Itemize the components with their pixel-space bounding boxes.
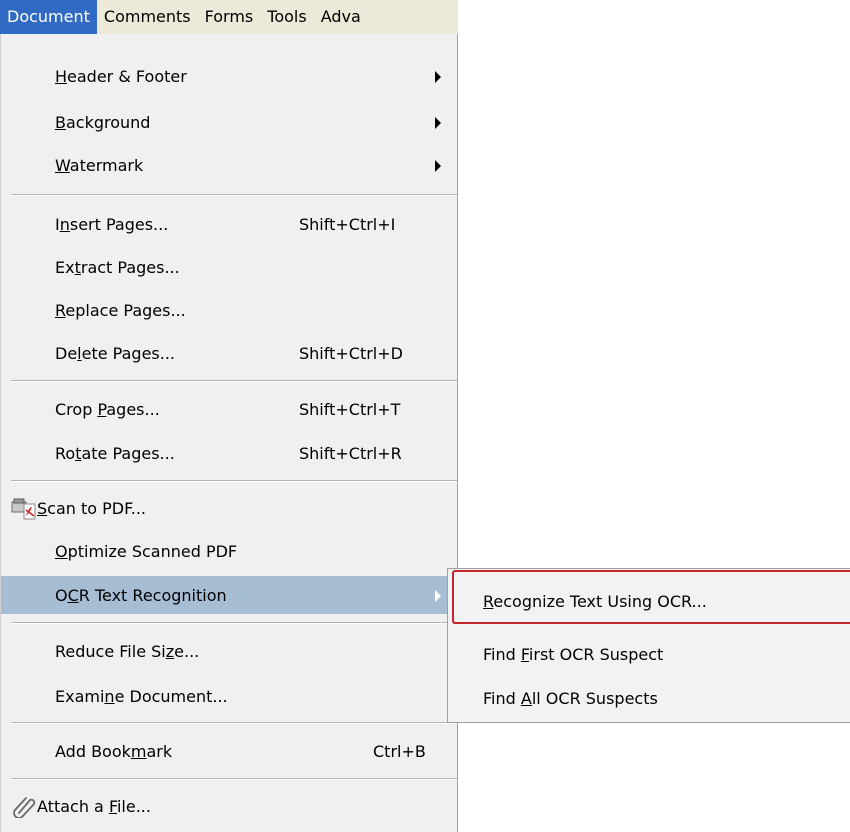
submenu-arrow-icon <box>435 71 441 83</box>
menu-item-shortcut: Shift+Ctrl+T <box>299 399 401 419</box>
menu-item-label: Add Bookmark <box>55 741 173 761</box>
submenu-arrow-icon <box>435 117 441 129</box>
menu-item-insert-pages[interactable]: Insert Pages... Shift+Ctrl+I <box>1 205 457 243</box>
menubar-document[interactable]: Document <box>0 0 97 34</box>
paperclip-icon <box>13 797 36 818</box>
menu-item-label: OCR Text Recognition <box>55 585 227 605</box>
menu-item-shortcut: Ctrl+B <box>373 741 426 761</box>
menu-separator <box>11 480 457 482</box>
menu-separator <box>11 194 457 196</box>
menubar-advanced[interactable]: Adva <box>314 0 368 34</box>
submenu-item-label: Find All OCR Suspects <box>483 688 658 708</box>
submenu-arrow-icon <box>435 590 441 602</box>
menu-item-shortcut: Shift+Ctrl+D <box>299 343 403 363</box>
menu-item-extract-pages[interactable]: Extract Pages... <box>1 248 457 286</box>
menu-separator <box>11 622 457 624</box>
menu-item-label: Header & Footer <box>55 66 187 86</box>
menu-separator <box>11 778 457 780</box>
menu-item-ocr-text-recognition[interactable]: OCR Text Recognition <box>1 576 457 614</box>
menu-item-shortcut: Shift+Ctrl+I <box>299 214 396 234</box>
submenu-arrow-icon <box>435 160 441 172</box>
menu-item-label: Optimize Scanned PDF <box>55 541 238 561</box>
menu-item-background[interactable]: Background <box>1 103 457 141</box>
menu-item-label: Delete Pages... <box>55 343 175 363</box>
menu-item-label: Reduce File Size... <box>55 641 200 661</box>
menu-item-label: Rotate Pages... <box>55 443 175 463</box>
menu-item-delete-pages[interactable]: Delete Pages... Shift+Ctrl+D <box>1 334 457 372</box>
document-menu: Header & Footer Background Watermark Ins… <box>0 34 458 832</box>
menu-item-scan-to-pdf[interactable]: Scan to PDF... <box>1 489 457 527</box>
scan-to-pdf-icon <box>11 498 36 520</box>
menu-item-examine-document[interactable]: Examine Document... <box>1 677 457 715</box>
menu-item-shortcut: Shift+Ctrl+R <box>299 443 402 463</box>
submenu-item-label: Find First OCR Suspect <box>483 644 664 664</box>
menu-item-label: Background <box>55 112 151 132</box>
menu-item-optimize-scanned-pdf[interactable]: Optimize Scanned PDF <box>1 532 457 570</box>
menu-separator <box>11 380 457 382</box>
menu-item-reduce-file-size[interactable]: Reduce File Size... <box>1 632 457 670</box>
highlight-box <box>452 570 850 624</box>
menu-item-replace-pages[interactable]: Replace Pages... <box>1 291 457 329</box>
menu-item-label: Scan to PDF... <box>37 498 146 518</box>
menu-item-watermark[interactable]: Watermark <box>1 146 457 184</box>
menu-item-label: Attach a File... <box>37 796 151 816</box>
menu-item-label: Extract Pages... <box>55 257 180 277</box>
menu-item-crop-pages[interactable]: Crop Pages... Shift+Ctrl+T <box>1 390 457 428</box>
menu-item-label: Replace Pages... <box>55 300 186 320</box>
menubar-comments[interactable]: Comments <box>97 0 198 34</box>
menu-item-label: Watermark <box>55 155 144 175</box>
submenu-item-find-all-ocr-suspects[interactable]: Find All OCR Suspects <box>448 678 850 718</box>
menubar-tools[interactable]: Tools <box>260 0 313 34</box>
menubar-forms[interactable]: Forms <box>198 0 261 34</box>
menu-item-label: Crop Pages... <box>55 399 160 419</box>
submenu-item-find-first-ocr-suspect[interactable]: Find First OCR Suspect <box>448 634 850 674</box>
menu-separator <box>11 722 457 724</box>
menu-item-label: Examine Document... <box>55 686 228 706</box>
menu-item-label: Insert Pages... <box>55 214 169 234</box>
menu-item-header-footer[interactable]: Header & Footer <box>1 57 457 95</box>
menu-item-add-bookmark[interactable]: Add Bookmark Ctrl+B <box>1 732 457 770</box>
menu-bar: Document Comments Forms Tools Adva <box>0 0 458 35</box>
menu-item-attach-file[interactable]: Attach a File... <box>1 787 457 825</box>
menu-item-rotate-pages[interactable]: Rotate Pages... Shift+Ctrl+R <box>1 434 457 472</box>
